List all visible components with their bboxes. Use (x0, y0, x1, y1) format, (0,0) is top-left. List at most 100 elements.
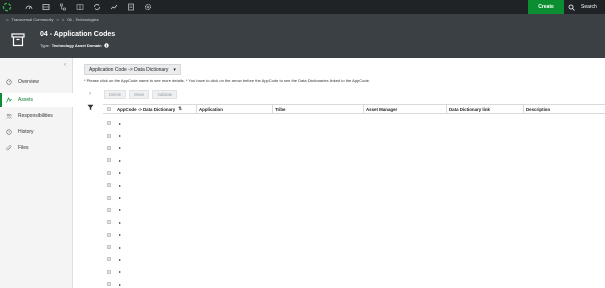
expand-row-icon[interactable]: ▸ (119, 183, 121, 188)
info-icon[interactable] (103, 43, 109, 48)
search-icon (568, 4, 575, 11)
sync-icon[interactable] (88, 0, 105, 14)
files-icon (6, 145, 12, 151)
table-row[interactable]: ▸ (103, 241, 605, 253)
table-row[interactable]: ▸ (103, 216, 605, 228)
row-checkbox[interactable] (107, 257, 111, 262)
sort-icon[interactable]: ⇅ (178, 106, 182, 112)
expand-row-icon[interactable]: ▸ (119, 133, 121, 138)
table-row[interactable]: ▸ (103, 142, 605, 154)
book-icon[interactable] (71, 0, 88, 14)
sidebar-item-files[interactable]: Files (0, 141, 73, 155)
assets-icon (6, 97, 12, 103)
overview-icon (6, 79, 12, 85)
table-row[interactable]: ▸ (103, 167, 605, 179)
row-checkbox[interactable] (107, 195, 111, 200)
breadcrumb: ⌂ Transversal Community > ⌂ 06 - Technol… (6, 17, 99, 22)
expand-row-icon[interactable]: ▸ (119, 245, 121, 250)
filter-icon[interactable] (87, 104, 94, 111)
row-checkbox[interactable] (107, 245, 111, 250)
search-label: Search (581, 4, 597, 10)
column-header-appcode[interactable]: AppCode -> Data Dictionary ⇅ (115, 104, 197, 114)
reports-icon[interactable] (122, 0, 139, 14)
column-header-description[interactable]: Description (524, 104, 605, 114)
column-header-data-dictionary-link[interactable]: Data Dictionary link (447, 104, 524, 114)
expand-panel-icon[interactable]: › (89, 91, 91, 97)
table-row[interactable]: ▸ (103, 253, 605, 265)
expand-row-icon[interactable]: ▸ (119, 220, 121, 225)
sidebar-item-responsibilities[interactable]: Responsibilities (0, 109, 73, 123)
sidebar-item-label: Overview (18, 79, 39, 85)
table-row[interactable]: ▸ (103, 229, 605, 241)
expand-row-icon[interactable]: ▸ (119, 170, 121, 175)
org-chart-icon[interactable] (54, 0, 71, 14)
community-icon: ⌂ (6, 17, 9, 22)
row-checkbox[interactable] (107, 220, 111, 225)
app-logo-icon[interactable] (0, 0, 14, 14)
row-checkbox[interactable] (107, 121, 111, 126)
view-selector[interactable]: Application Code -> Data Dictionary ▾ (84, 64, 181, 75)
column-header-tribe[interactable]: Tribe (273, 104, 364, 114)
row-checkbox[interactable] (107, 269, 111, 274)
row-checkbox[interactable] (107, 145, 111, 150)
row-checkbox[interactable] (107, 232, 111, 237)
table-header: AppCode -> Data Dictionary ⇅ Application… (103, 104, 605, 114)
expand-row-icon[interactable]: ▸ (119, 282, 121, 287)
expand-row-icon[interactable]: ▸ (119, 207, 121, 212)
sidebar-item-overview[interactable]: Overview (0, 75, 73, 89)
expand-row-icon[interactable]: ▸ (119, 145, 121, 150)
page-title: 04 - Application Codes (40, 31, 116, 38)
validate-button[interactable]: Validate (152, 90, 178, 99)
expand-row-icon[interactable]: ▸ (119, 232, 121, 237)
table-row[interactable]: ▸ (103, 154, 605, 166)
instructions-note: * Please click on the AppCode name to se… (84, 78, 370, 83)
expand-row-icon[interactable]: ▸ (119, 121, 121, 126)
sidebar-item-label: History (18, 129, 34, 135)
asset-table: AppCode -> Data Dictionary ⇅ Application… (103, 104, 605, 288)
sidebar-item-assets[interactable]: Assets (0, 93, 73, 107)
table-row[interactable]: ▸ (103, 179, 605, 191)
table-row[interactable]: ▸ (103, 117, 605, 129)
row-checkbox[interactable] (107, 282, 111, 287)
settings-icon[interactable] (139, 0, 156, 14)
dashboard-icon[interactable] (20, 0, 37, 14)
move-button[interactable]: Move (129, 90, 150, 99)
breadcrumb-separator: > (56, 17, 59, 22)
table-body: ▸ ▸ ▸ ▸ ▸ ▸ ▸ ▸ ▸ ▸ ▸ ▸ ▸ ▸ (103, 117, 605, 288)
table-row[interactable]: ▸ (103, 129, 605, 141)
delete-button[interactable]: Delete (104, 90, 127, 99)
expand-row-icon[interactable]: ▸ (119, 158, 121, 163)
sidebar-item-history[interactable]: History (0, 125, 73, 139)
create-button[interactable]: Create (528, 0, 564, 14)
bulk-actions: Delete Move Validate (104, 90, 178, 99)
table-row[interactable]: ▸ (103, 278, 605, 288)
top-navigation-bar: Create Search (0, 0, 605, 14)
sidebar-item-label: Assets (18, 97, 34, 103)
row-checkbox[interactable] (107, 170, 111, 175)
view-selector-label: Application Code -> Data Dictionary (89, 66, 169, 73)
table-row[interactable]: ▸ (103, 191, 605, 203)
breadcrumb-domain[interactable]: 06 - Technologies (67, 17, 98, 22)
select-all-checkbox[interactable] (103, 104, 115, 114)
breadcrumb-community[interactable]: Transversal Community (11, 17, 53, 22)
table-row[interactable]: ▸ (103, 266, 605, 278)
global-search[interactable]: Search (568, 0, 597, 14)
collapse-sidebar-icon[interactable]: ‹ (64, 62, 66, 68)
chevron-down-icon: ▾ (173, 66, 176, 73)
expand-row-icon[interactable]: ▸ (119, 269, 121, 274)
column-header-application[interactable]: Application (197, 104, 273, 114)
row-checkbox[interactable] (107, 207, 111, 212)
table-row[interactable]: ▸ (103, 204, 605, 216)
sidebar-item-label: Files (18, 145, 29, 151)
row-checkbox[interactable] (107, 133, 111, 138)
inbox-icon[interactable] (37, 0, 54, 14)
sidebar: ‹ Overview Assets Responsibilities Histo… (0, 58, 73, 288)
domain-icon: ⌂ (61, 17, 65, 22)
type-label: Type: (40, 43, 50, 48)
column-header-asset-manager[interactable]: Asset Manager (364, 104, 447, 114)
expand-row-icon[interactable]: ▸ (119, 257, 121, 262)
row-checkbox[interactable] (107, 158, 111, 163)
expand-row-icon[interactable]: ▸ (119, 195, 121, 200)
trend-icon[interactable] (105, 0, 122, 14)
row-checkbox[interactable] (107, 183, 111, 188)
